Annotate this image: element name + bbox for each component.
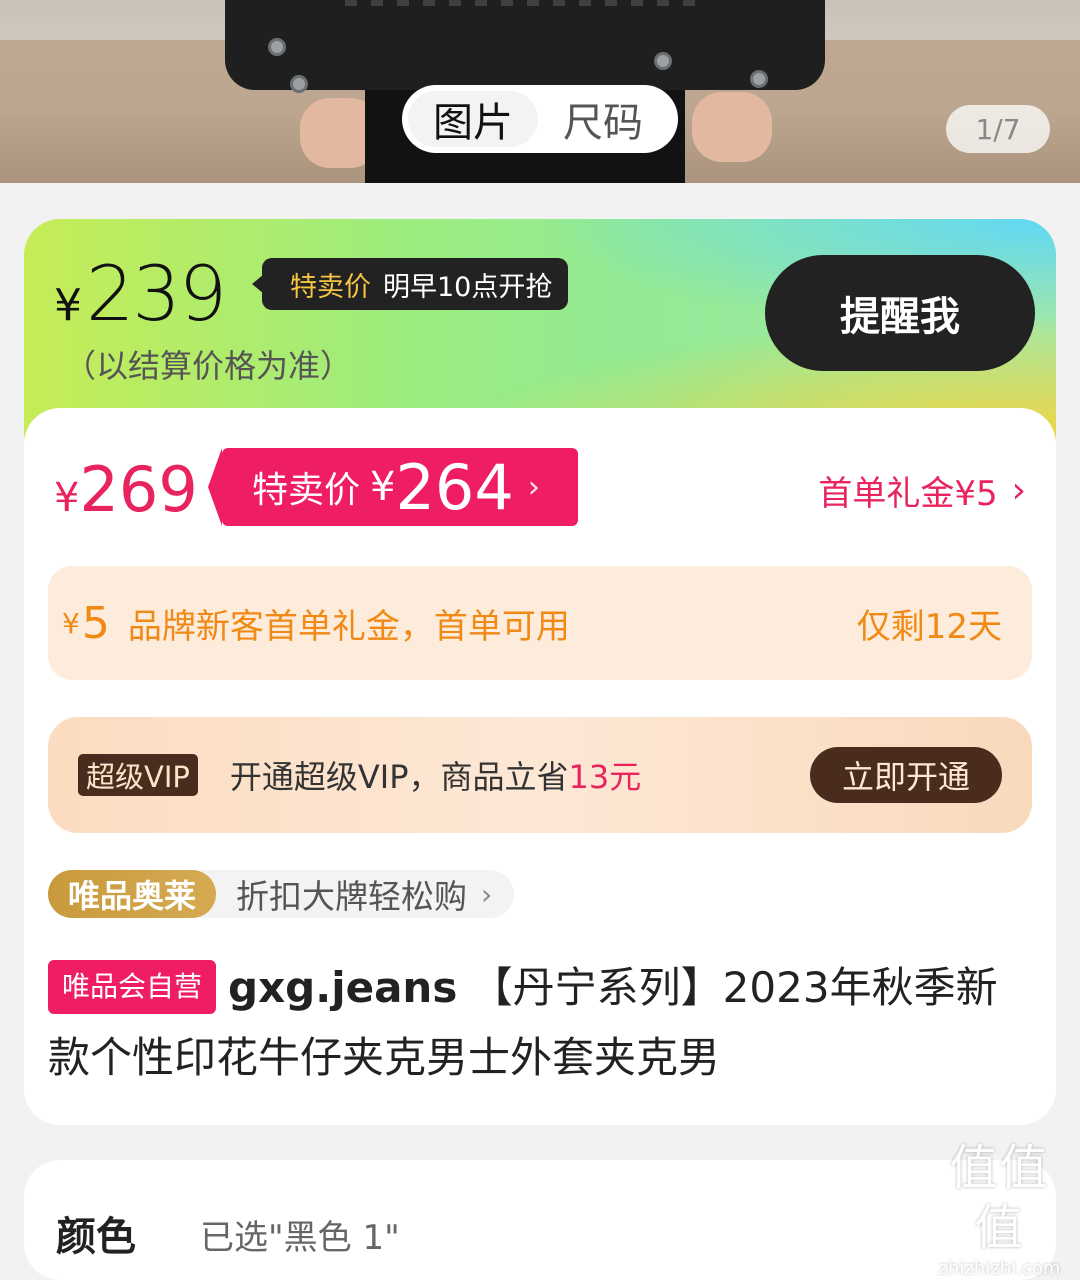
spec-selector[interactable]: 颜色 已选"黑色 1" (24, 1160, 1056, 1280)
flash-sale-time: 明早10点开抢 (383, 271, 553, 303)
coupon-amount: 5 (81, 597, 110, 649)
product-image-gallery[interactable]: 图片 尺码 1/7 (0, 0, 1080, 183)
activate-vip-button[interactable]: 立即开通 (810, 747, 1002, 803)
currency-symbol: ¥ (62, 606, 80, 640)
watermark-logo: 值值值 (949, 1140, 1050, 1256)
product-brand: gxg.jeans (228, 963, 458, 1012)
coupon-banner[interactable]: ¥ 5 品牌新客首单礼金，首单可用 仅剩12天 (48, 566, 1032, 680)
remind-me-button[interactable]: 提醒我 (765, 255, 1035, 371)
vip-savings-amount: 13元 (568, 758, 642, 796)
currency-symbol: ¥ (370, 464, 396, 510)
jacket-image (225, 0, 825, 90)
flash-sale-tag: 特卖价 明早10点开抢 (251, 258, 569, 310)
jacket-print-pattern (345, 0, 705, 6)
coupon-description: 品牌新客首单礼金，首单可用 (127, 606, 570, 647)
special-price-label: 特卖价 (252, 470, 361, 511)
site-watermark: 值值值 zhizhizhi.com (927, 1138, 1072, 1279)
outlet-badge: 唯品奥莱 (48, 870, 217, 918)
jacket-button (750, 70, 768, 88)
first-order-gift-label: 首单礼金¥5 (818, 474, 998, 514)
vip-banner: 超级VIP 开通超级VIP，商品立省13元 立即开通 (48, 717, 1032, 833)
currency-symbol: ¥ (54, 475, 80, 521)
product-title: 唯品会自营 gxg.jeans 【丹宁系列】2023年秋季新款个性印花牛仔夹克男士… (48, 953, 1038, 1093)
current-price-value: 269 (79, 453, 198, 526)
chevron-right-icon: › (527, 469, 540, 505)
special-price-value: 264 (395, 450, 514, 524)
jacket-button (290, 75, 308, 93)
tab-images[interactable]: 图片 (408, 91, 538, 147)
watermark-url: zhizhizhi.com (938, 1258, 1061, 1279)
gallery-tab-switch: 图片 尺码 (402, 85, 678, 153)
hand-image (692, 92, 772, 162)
flash-sale-label: 特卖价 (290, 271, 371, 303)
spec-label: 颜色 (56, 1214, 136, 1260)
flash-price-value: 239 (86, 249, 227, 338)
currency-symbol: ¥ (54, 280, 82, 331)
settlement-note: （以结算价格为准） (64, 347, 353, 385)
tab-size[interactable]: 尺码 (538, 91, 668, 147)
first-order-gift-link[interactable]: 首单礼金¥5 › (818, 466, 1026, 515)
self-operated-badge: 唯品会自营 (48, 960, 217, 1014)
current-price: ¥ 269 (54, 453, 198, 526)
vip-description-text: 开通超级VIP，商品立省 (229, 758, 569, 796)
jacket-button (654, 52, 672, 70)
vip-description: 开通超级VIP，商品立省13元 (230, 752, 810, 798)
spec-value: 已选"黑色 1" (200, 1218, 400, 1258)
coupon-remaining: 仅剩12天 (856, 606, 1002, 647)
jacket-button (268, 38, 286, 56)
special-price-pill[interactable]: 特卖价 ¥ 264 › (208, 448, 578, 526)
chevron-right-icon: › (1011, 470, 1026, 511)
price-card: ¥ 239 特卖价 明早10点开抢 （以结算价格为准） 提醒我 ¥ 269 特卖… (24, 219, 1056, 1125)
image-counter: 1/7 (946, 105, 1050, 153)
outlet-text: 折扣大牌轻松购 (236, 877, 468, 916)
outlet-link[interactable]: 唯品奥莱 折扣大牌轻松购 › (48, 870, 515, 918)
chevron-right-icon: › (481, 877, 493, 911)
price-details: ¥ 269 特卖价 ¥ 264 › 首单礼金¥5 › ¥ 5 品牌新客首单礼金，… (24, 408, 1056, 1125)
flash-price: ¥ 239 (54, 249, 227, 338)
vip-badge: 超级VIP (78, 754, 198, 796)
